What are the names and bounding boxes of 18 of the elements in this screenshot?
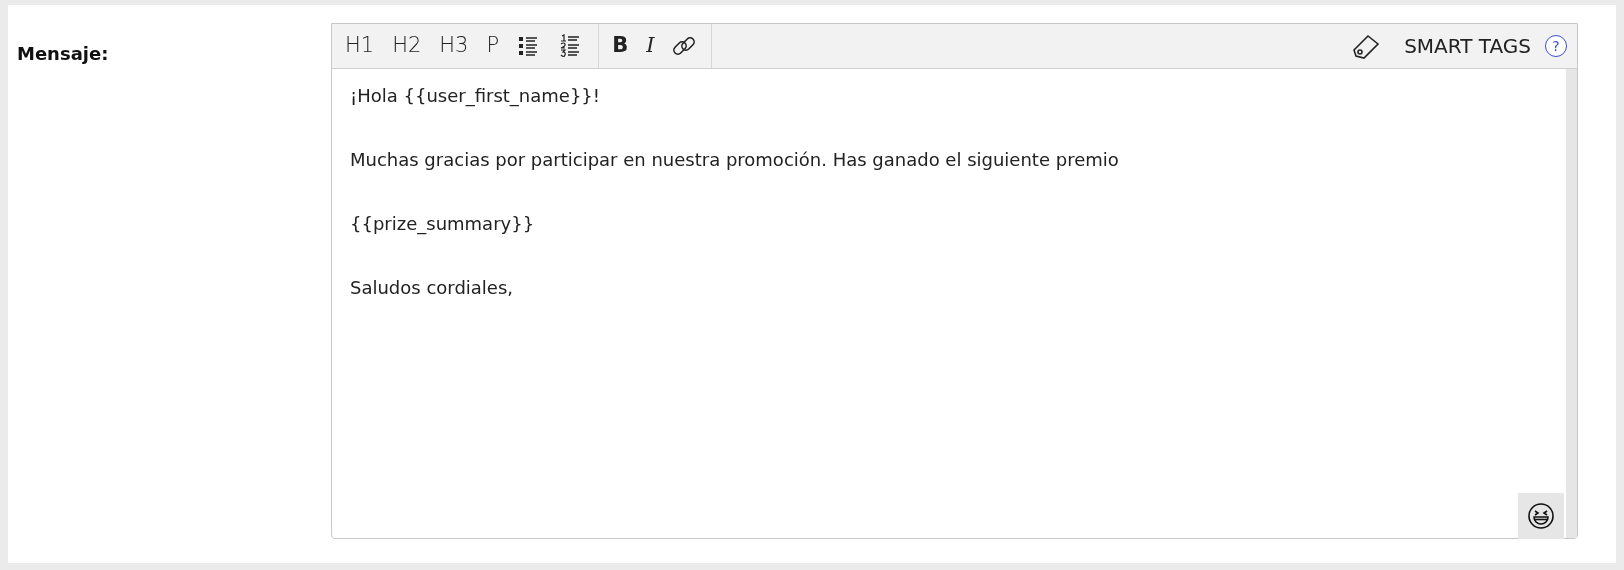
format-button[interactable]: H3	[430, 29, 478, 63]
message-paragraph: Muchas gracias por participar en nuestra promoción. Has ganado el siguiente premio	[350, 148, 1120, 172]
format-button[interactable]: P	[477, 29, 509, 63]
italic-button[interactable]: I	[637, 29, 664, 63]
format-button[interactable]: H2	[383, 29, 431, 63]
link-icon	[672, 34, 697, 58]
field-label: Mensaje:	[17, 42, 110, 66]
message-paragraph: {{prize_summary}}	[350, 212, 536, 237]
format-button[interactable]: H1	[336, 29, 384, 63]
rich-text-editor[interactable]: H1 H2 H3 P B I SMART TAGS ? ¡Hola {{user_first_name}}! Muchas gracias por participar en nuestra promoción. Has ganado el siguiente premio {{prize_summary}} Saludos cordiales,	[331, 23, 1578, 539]
message-paragraph: Saludos cordiales,	[350, 276, 515, 300]
scrollbar[interactable]	[1566, 69, 1577, 538]
message-paragraph: ¡Hola {{user_first_name}}!	[350, 84, 602, 109]
help-button[interactable]: ?	[1545, 35, 1567, 57]
laughing-face-icon	[1527, 502, 1555, 530]
bold-button[interactable]: B	[603, 29, 638, 63]
emoji-button[interactable]	[1518, 493, 1564, 539]
smart-tags-button[interactable]: SMART TAGS	[1350, 30, 1531, 62]
